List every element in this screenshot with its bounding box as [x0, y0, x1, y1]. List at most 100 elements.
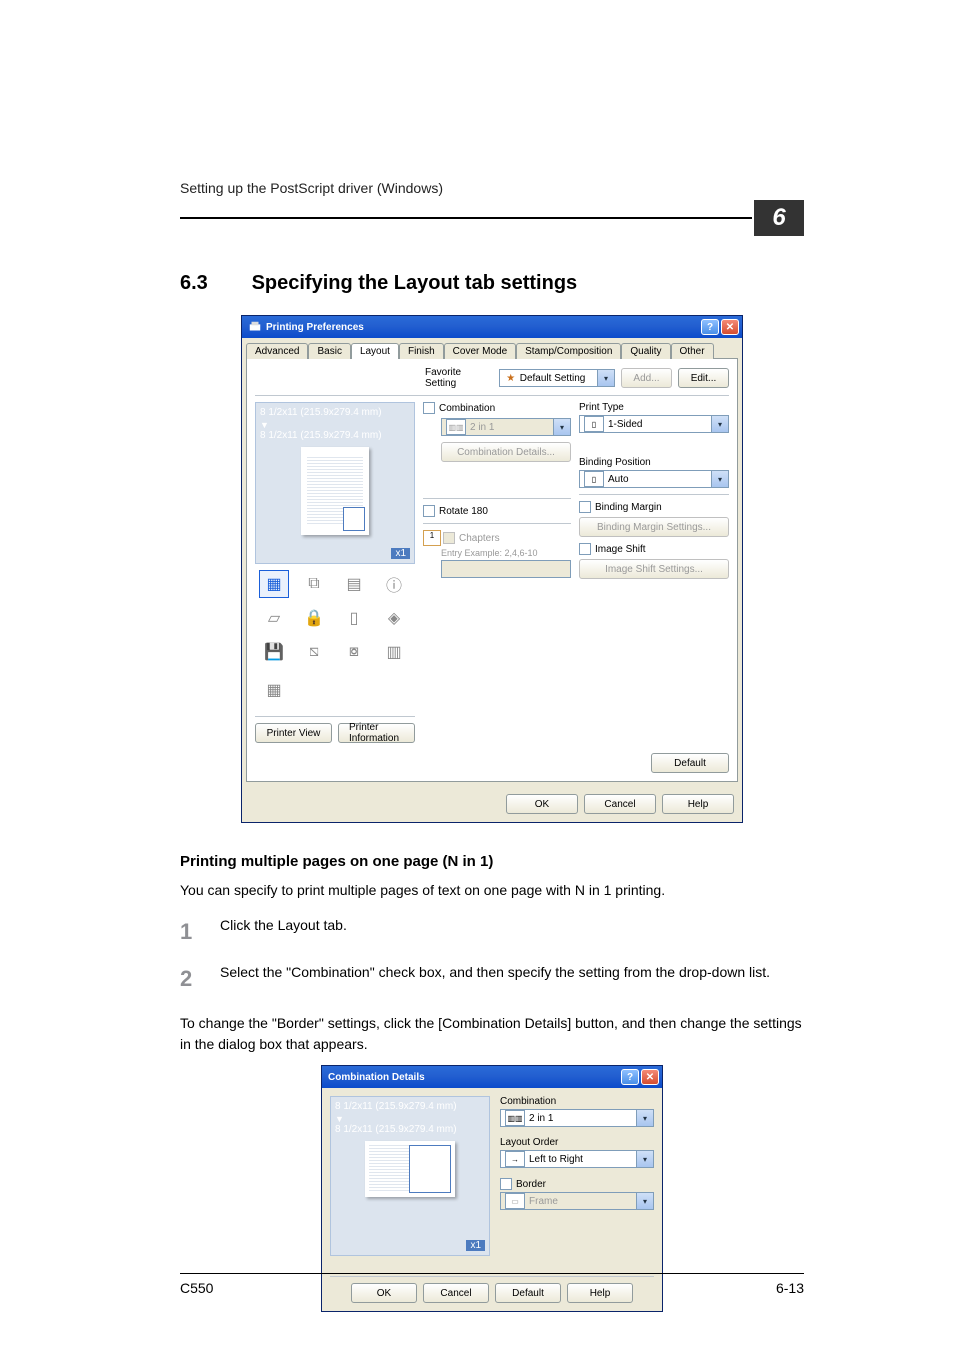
color-icon[interactable]: ◈	[379, 604, 409, 632]
zoom-indicator-2: x1	[466, 1240, 485, 1251]
tab-advanced[interactable]: Advanced	[246, 343, 308, 359]
zoom-indicator: x1	[391, 548, 410, 559]
printer-view-button[interactable]: Printer View	[255, 723, 332, 743]
chevron-down-icon: ▾	[597, 370, 614, 386]
chapters-checkbox	[443, 532, 455, 544]
combination-combo: ▥▥ 2 in 1 ▾	[441, 418, 571, 436]
chapters-icon: 1	[423, 530, 441, 546]
tab-finish[interactable]: Finish	[399, 343, 444, 359]
paper-size-top-2: 8 1/2x11 (215.9x279.4 mm)	[335, 1101, 485, 1112]
paper-graphic	[301, 447, 369, 535]
default-button[interactable]: Default	[651, 753, 729, 773]
favorite-add-button: Add...	[621, 368, 672, 388]
tab-layout[interactable]: Layout	[351, 343, 399, 359]
page-preview: 8 1/2x11 (215.9x279.4 mm) ▼ 8 1/2x11 (21…	[255, 402, 415, 564]
lock-icon[interactable]: 🔒	[299, 604, 329, 632]
layout-view-icon[interactable]: ▦	[259, 570, 289, 598]
context-help-button[interactable]: ?	[701, 319, 719, 335]
nin1-icon: ▥▥	[505, 1110, 525, 1126]
combination-combo-2[interactable]: ▥▥ 2 in 1 ▾	[500, 1109, 654, 1127]
rotate180-checkbox[interactable]	[423, 505, 435, 517]
printing-preferences-dialog: Printing Preferences ? ✕ Advanced Basic …	[241, 315, 743, 823]
chapter-number-badge: 6	[754, 200, 804, 236]
image-shift-label: Image Shift	[595, 544, 646, 555]
chapters-label: Chapters	[459, 533, 500, 544]
dialog2-title-bar: Combination Details ? ✕	[322, 1066, 662, 1088]
step-1-text: Click the Layout tab.	[220, 915, 347, 948]
layout-order-label: Layout Order	[500, 1137, 654, 1148]
detail-view-icon[interactable]: ⧉	[299, 570, 329, 598]
mini-layout-icon	[343, 507, 365, 531]
section-heading: 6.3 Specifying the Layout tab settings	[180, 272, 804, 295]
tab-stamp-composition[interactable]: Stamp/Composition	[516, 343, 621, 359]
info-view-icon[interactable]: ⓘ	[379, 570, 409, 598]
page-preview-2: 8 1/2x11 (215.9x279.4 mm) ▼ 8 1/2x11 (21…	[330, 1096, 490, 1256]
dialog-title-bar: Printing Preferences ? ✕	[242, 316, 742, 338]
print-type-label: Print Type	[579, 402, 729, 413]
paper-size-bottom-2: 8 1/2x11 (215.9x279.4 mm)	[335, 1124, 485, 1135]
footer-page: 6-13	[776, 1280, 804, 1296]
binding-position-combo[interactable]: ▯ Auto ▾	[579, 470, 729, 488]
print-type-combo[interactable]: ▯ 1-Sided ▾	[579, 415, 729, 433]
print-type-value: 1-Sided	[608, 419, 642, 430]
step-2-number: 2	[180, 962, 220, 995]
star-icon: ★	[504, 371, 518, 385]
preview-iconbar-row2: ▱ 🔒 ▯ ◈	[255, 604, 415, 638]
paper-graphic-2	[365, 1141, 455, 1197]
grid-icon[interactable]: ▦	[259, 676, 289, 704]
cancel-button[interactable]: Cancel	[584, 794, 656, 814]
chapters-example: Entry Example: 2,4,6-10	[441, 548, 571, 558]
tab-other[interactable]: Other	[671, 343, 714, 359]
step-2-text: Select the "Combination" check box, and …	[220, 962, 770, 995]
image-shift-settings-button: Image Shift Settings...	[579, 559, 729, 579]
paper-view-icon[interactable]: ▤	[339, 570, 369, 598]
preview-iconbar-row3: 💾 ⧅ ⧇ ▥ ▦	[255, 638, 415, 710]
page-footer: C550 6-13	[180, 1273, 804, 1296]
tab-quality[interactable]: Quality	[621, 343, 670, 359]
binding-margin-label: Binding Margin	[595, 502, 662, 513]
footer-model: C550	[180, 1280, 213, 1296]
chevron-down-icon: ▾	[636, 1110, 653, 1126]
context-help-button[interactable]: ?	[621, 1069, 639, 1085]
section-title: Specifying the Layout tab settings	[252, 272, 578, 294]
security-icon[interactable]: ⧇	[339, 638, 369, 666]
list-icon[interactable]: ▥	[379, 638, 409, 666]
close-button[interactable]: ✕	[721, 319, 739, 335]
binding-position-value: Auto	[608, 474, 629, 485]
favorite-setting-label: Favorite Setting	[425, 367, 493, 389]
page-icon[interactable]: ▯	[339, 604, 369, 632]
watermark-icon[interactable]: ⧅	[299, 638, 329, 666]
dialog2-title: Combination Details	[328, 1072, 425, 1083]
nin1-icon: ▥▥	[446, 419, 466, 435]
left-to-right-icon: →	[505, 1151, 525, 1167]
tab-strip: Advanced Basic Layout Finish Cover Mode …	[242, 338, 742, 358]
close-button[interactable]: ✕	[641, 1069, 659, 1085]
border-label: Border	[516, 1179, 546, 1190]
printer-information-button[interactable]: Printer Information	[338, 723, 415, 743]
tab-basic[interactable]: Basic	[308, 343, 350, 359]
combination-label: Combination	[439, 403, 495, 414]
header-rule: 6	[180, 200, 804, 236]
help-button[interactable]: Help	[662, 794, 734, 814]
save-icon[interactable]: 💾	[259, 638, 289, 666]
ok-button[interactable]: OK	[506, 794, 578, 814]
tab-cover-mode[interactable]: Cover Mode	[444, 343, 516, 359]
stack-icon[interactable]: ▱	[259, 604, 289, 632]
chevron-down-icon: ▾	[636, 1193, 653, 1209]
layout-order-combo[interactable]: → Left to Right ▾	[500, 1150, 654, 1168]
layout-order-value: Left to Right	[529, 1154, 583, 1165]
favorite-setting-combo[interactable]: ★ Default Setting ▾	[499, 369, 615, 387]
favorite-edit-button[interactable]: Edit...	[678, 368, 729, 388]
chevron-down-icon: ▾	[636, 1151, 653, 1167]
dialog-title: Printing Preferences	[266, 322, 364, 333]
paper-size-top: 8 1/2x11 (215.9x279.4 mm)	[260, 407, 410, 418]
combination-checkbox[interactable]	[423, 402, 435, 414]
single-sided-icon: ▯	[584, 416, 604, 432]
image-shift-checkbox[interactable]	[579, 543, 591, 555]
binding-margin-settings-button: Binding Margin Settings...	[579, 517, 729, 537]
combination-label-2: Combination	[500, 1096, 654, 1107]
border-checkbox[interactable]	[500, 1178, 512, 1190]
step-1-number: 1	[180, 915, 220, 948]
border-value: Frame	[529, 1196, 558, 1207]
binding-margin-checkbox[interactable]	[579, 501, 591, 513]
